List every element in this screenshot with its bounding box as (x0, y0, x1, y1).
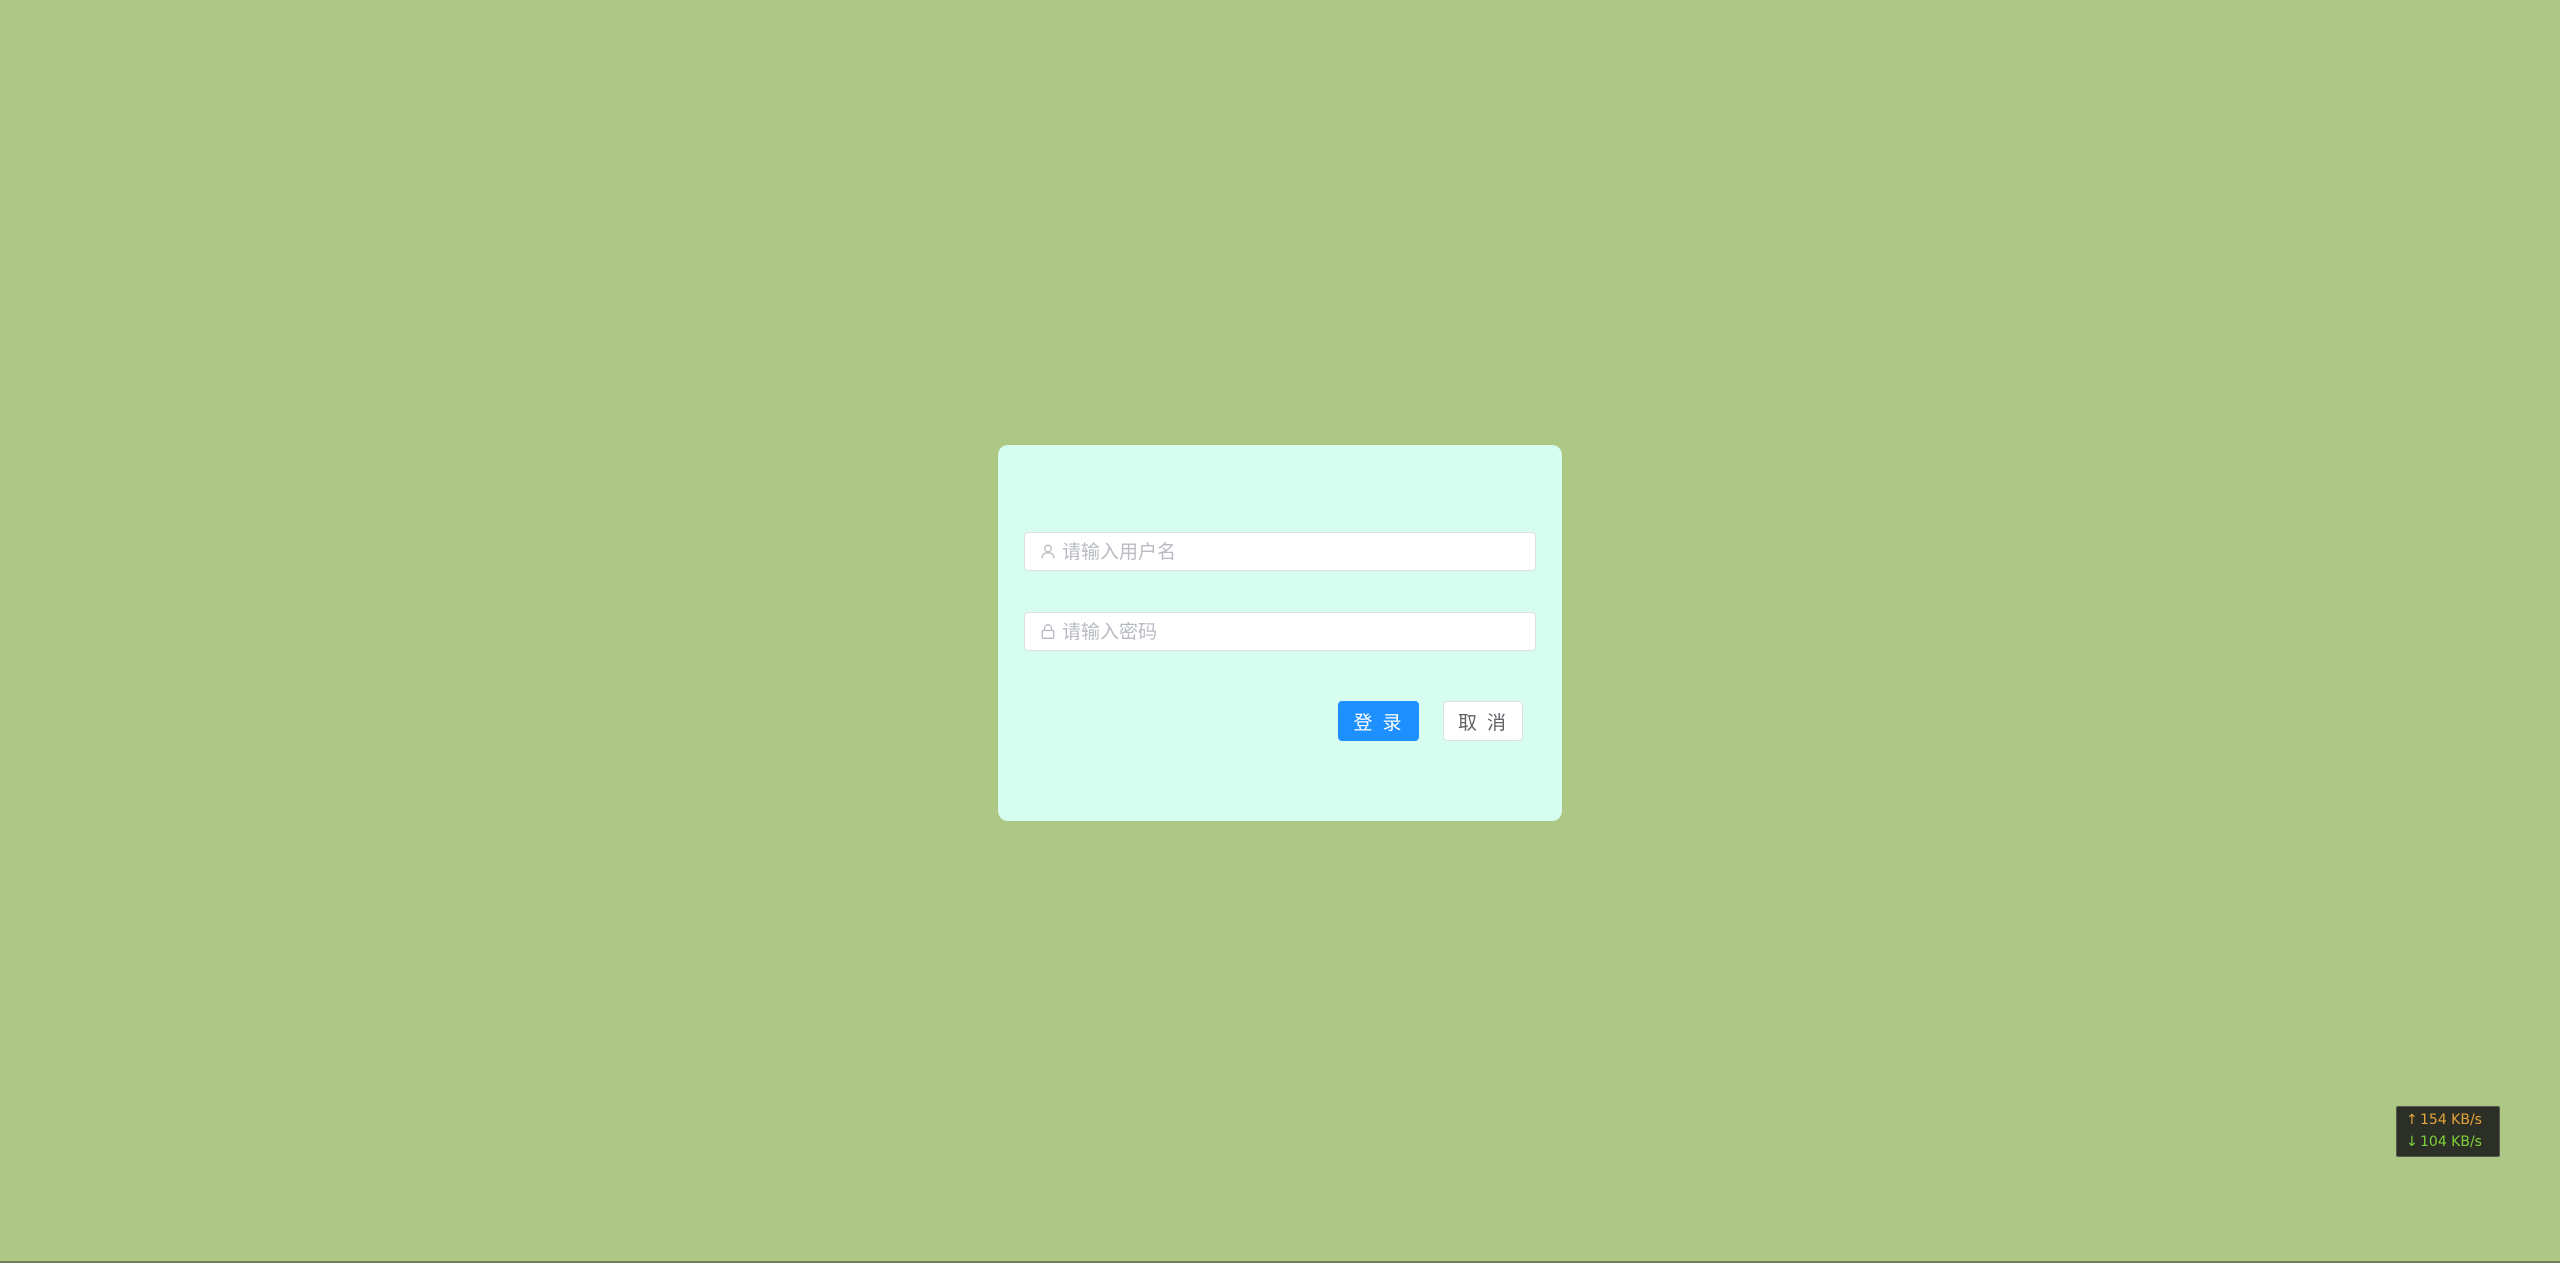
login-button[interactable]: 登 录 (1338, 701, 1419, 741)
username-input[interactable] (1062, 533, 1535, 570)
download-speed-row: ↓ 104 KB/s (2406, 1131, 2499, 1153)
username-field[interactable] (1024, 532, 1536, 571)
login-card: 登 录 取 消 (998, 445, 1562, 821)
download-speed: 104 KB/s (2420, 1134, 2482, 1150)
network-speed-widget: ↑ 154 KB/s ↓ 104 KB/s (2396, 1106, 2500, 1157)
password-input[interactable] (1062, 613, 1535, 650)
lock-icon (1040, 624, 1056, 640)
upload-speed-row: ↑ 154 KB/s (2406, 1109, 2499, 1131)
download-arrow-icon: ↓ (2406, 1134, 2418, 1150)
user-icon (1040, 544, 1056, 560)
cancel-button[interactable]: 取 消 (1443, 701, 1523, 741)
password-field[interactable] (1024, 612, 1536, 651)
upload-speed: 154 KB/s (2420, 1112, 2482, 1128)
upload-arrow-icon: ↑ (2406, 1112, 2418, 1128)
